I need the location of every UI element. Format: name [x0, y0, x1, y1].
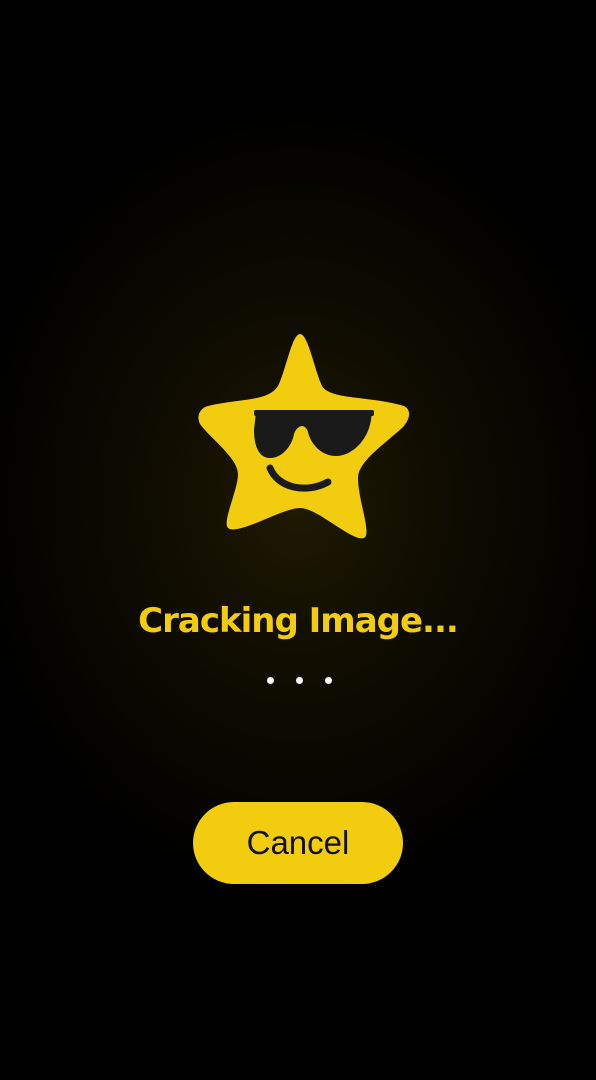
loading-dot: [267, 677, 274, 684]
cancel-button[interactable]: Cancel: [193, 802, 403, 884]
loading-dot: [296, 677, 303, 684]
loading-screen: Cracking Image... Cancel: [0, 0, 596, 1080]
cool-star-icon: [196, 328, 412, 540]
cancel-button-label: Cancel: [246, 824, 350, 861]
status-title: Cracking Image...: [138, 601, 459, 641]
loading-dot: [325, 677, 332, 684]
loading-dots-icon: [264, 677, 332, 687]
